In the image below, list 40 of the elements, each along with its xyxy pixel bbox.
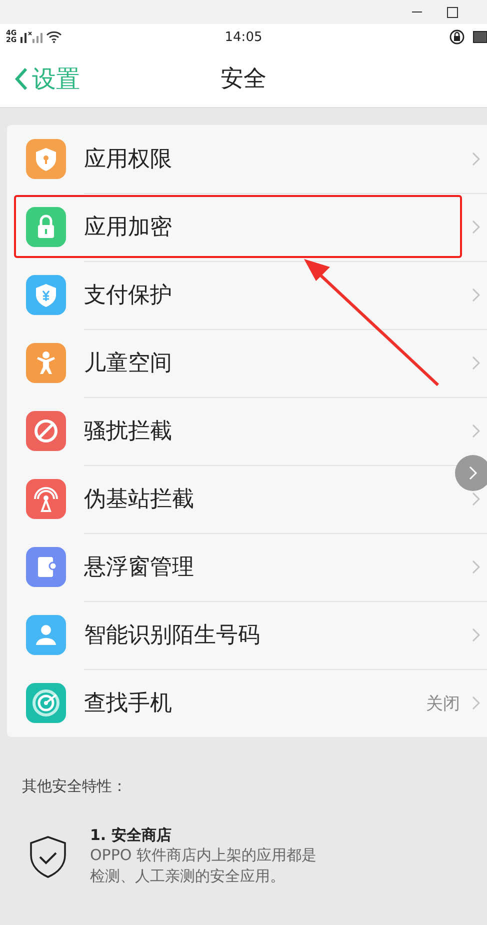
item-label: 应用加密 bbox=[84, 214, 173, 242]
item-label: 应用权限 bbox=[84, 146, 173, 174]
maximize-icon[interactable] bbox=[447, 6, 458, 18]
chevron-icon bbox=[472, 288, 480, 302]
feature-description: OPPO 软件商店内上架的应用都是 bbox=[90, 845, 316, 866]
shield-check-icon bbox=[28, 834, 68, 878]
settings-item[interactable]: 应用权限 bbox=[7, 125, 487, 193]
page-title: 安全 bbox=[220, 65, 266, 94]
chevron-icon bbox=[472, 492, 480, 506]
chevron-icon bbox=[472, 356, 480, 370]
item-label: 悬浮窗管理 bbox=[84, 554, 195, 582]
item-label: 儿童空间 bbox=[84, 350, 173, 378]
chevron-icon bbox=[468, 465, 478, 481]
battery-icon bbox=[473, 31, 487, 43]
section-title: 其他安全特性： bbox=[22, 777, 128, 796]
settings-item[interactable]: 悬浮窗管理 bbox=[7, 533, 487, 601]
signal-icon bbox=[18, 31, 44, 43]
chevron-icon bbox=[472, 560, 480, 574]
settings-item[interactable]: 智能识别陌生号码 bbox=[7, 601, 487, 669]
item-value: 关闭 bbox=[426, 692, 460, 714]
settings-item[interactable]: 查找手机 关闭 bbox=[7, 669, 487, 737]
back-icon bbox=[14, 66, 28, 90]
feature-description: 检测、人工亲测的安全应用。 bbox=[90, 866, 286, 887]
item-label: 骚扰拦截 bbox=[84, 418, 173, 446]
item-label: 查找手机 bbox=[84, 690, 173, 718]
wifi-icon bbox=[46, 31, 62, 43]
chevron-icon bbox=[472, 424, 480, 438]
item-label: 智能识别陌生号码 bbox=[84, 622, 261, 650]
item-label: 伪基站拦截 bbox=[84, 486, 195, 514]
chevron-icon bbox=[472, 628, 480, 642]
chevron-icon bbox=[472, 696, 480, 710]
chevron-icon bbox=[472, 152, 480, 166]
settings-item[interactable]: 儿童空间 bbox=[7, 329, 487, 397]
clock-time: 14:05 bbox=[224, 30, 262, 44]
rotation-lock-icon bbox=[449, 29, 465, 45]
floating-button[interactable] bbox=[455, 455, 487, 491]
item-label: 支付保护 bbox=[84, 282, 173, 310]
chevron-icon bbox=[472, 220, 480, 234]
settings-item[interactable]: 应用加密 bbox=[7, 193, 487, 261]
feature-title: 1. 安全商店 bbox=[90, 826, 172, 845]
